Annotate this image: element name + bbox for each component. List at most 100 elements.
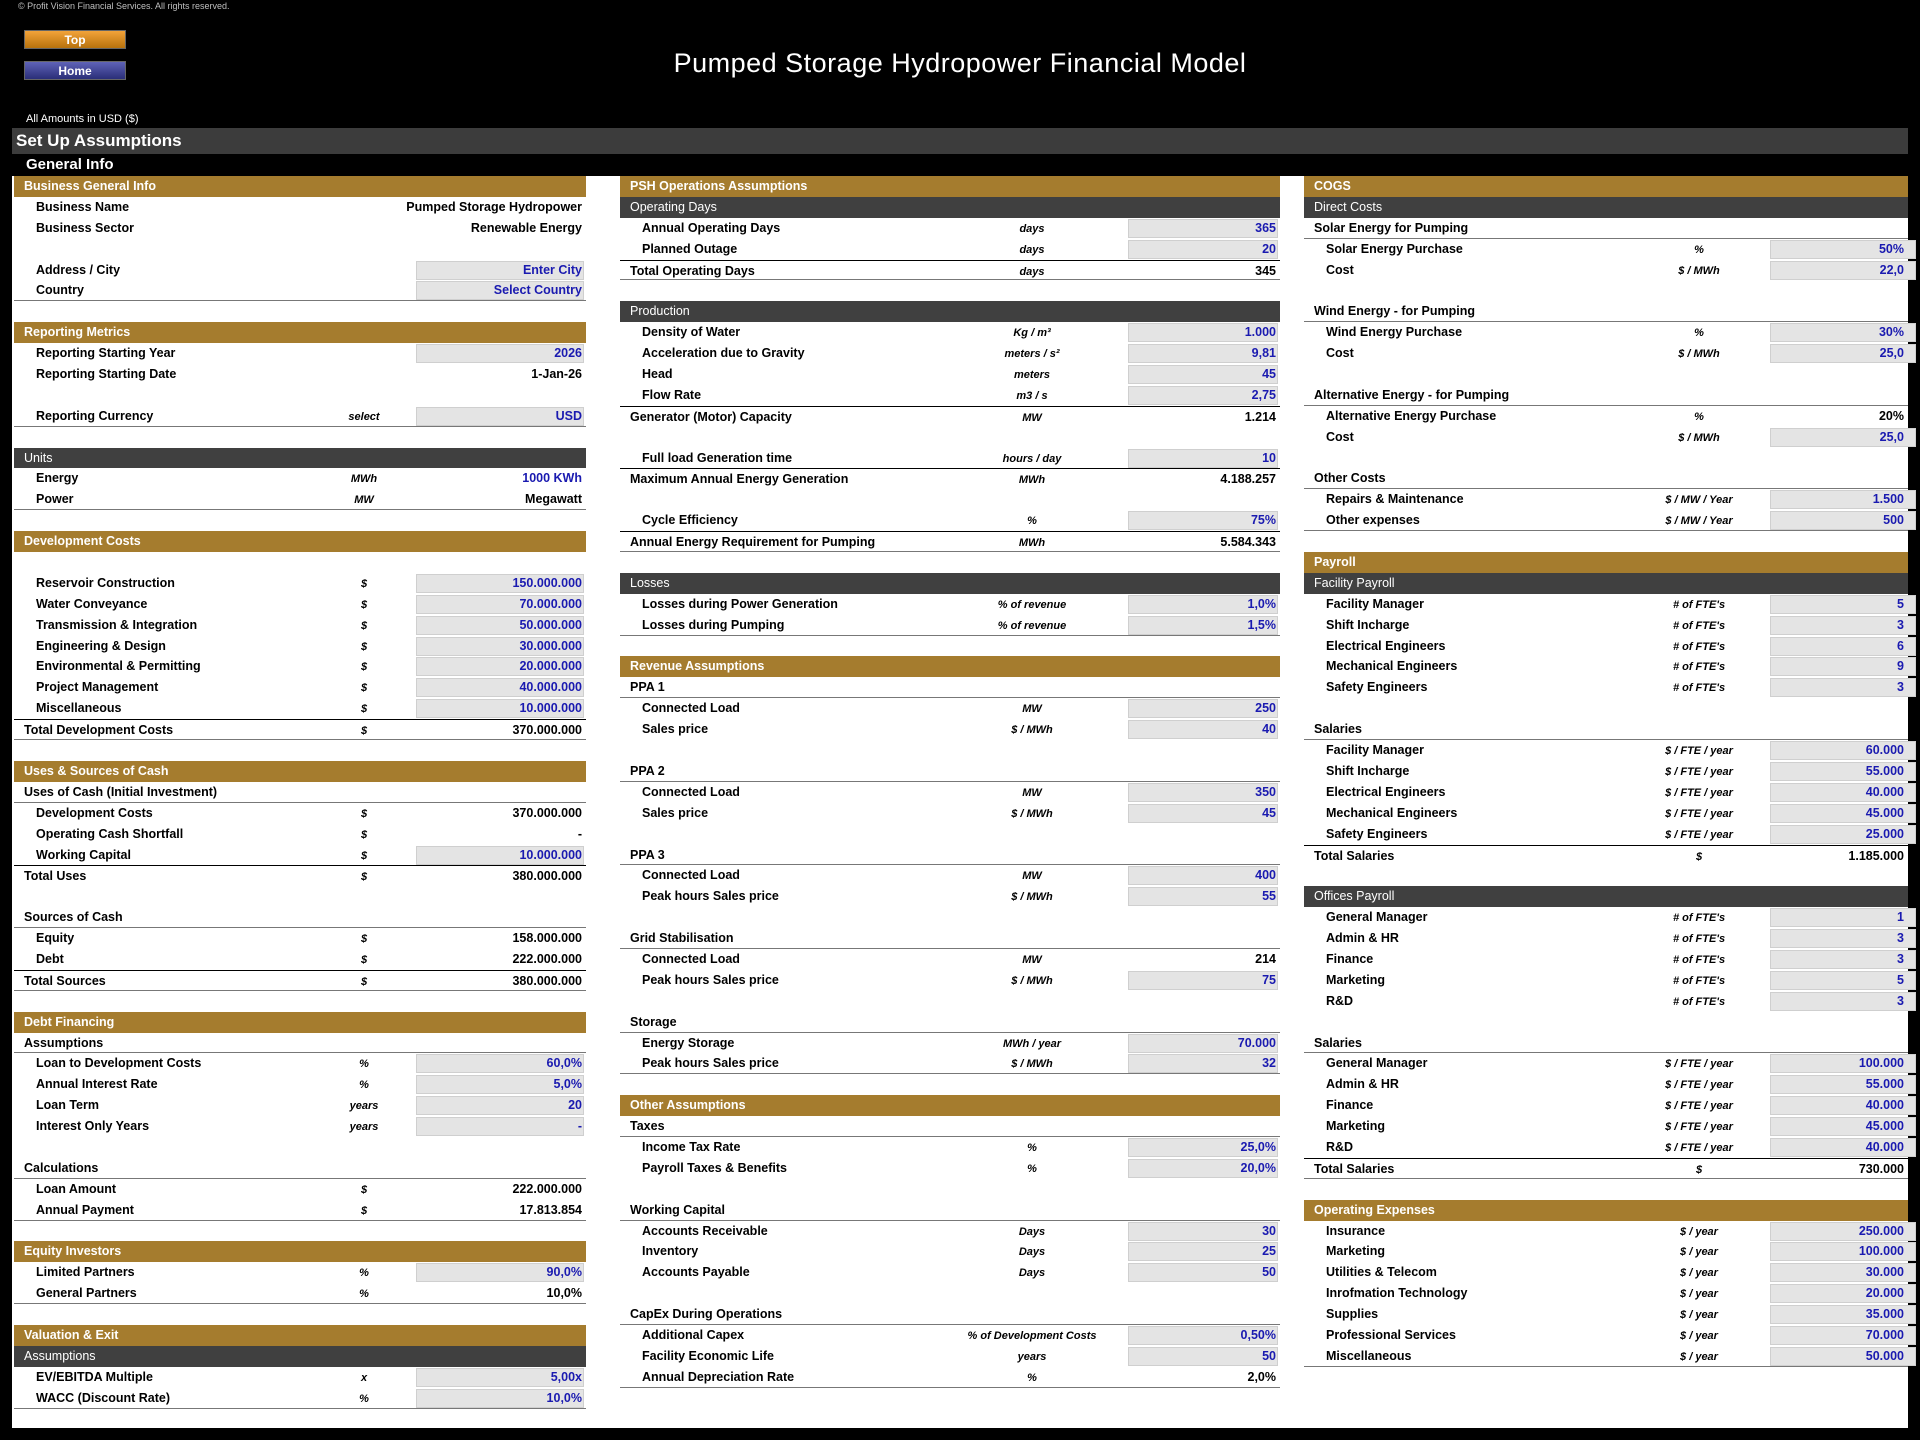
input-cell[interactable]	[1128, 239, 1278, 259]
input-value[interactable]: 70.000.000	[519, 597, 582, 611]
input-cell[interactable]	[1128, 803, 1278, 823]
input-cell[interactable]	[1770, 991, 1916, 1011]
input-value[interactable]: 2,75	[1252, 388, 1276, 402]
input-value[interactable]: 1,0%	[1248, 597, 1277, 611]
input-value[interactable]: 9	[1897, 659, 1904, 673]
input-cell[interactable]	[1770, 929, 1916, 949]
input-cell[interactable]	[1128, 365, 1278, 385]
input-value[interactable]: 25,0	[1880, 346, 1904, 360]
input-value[interactable]: 3	[1897, 931, 1904, 945]
input-value[interactable]: 22,0	[1880, 263, 1904, 277]
input-value[interactable]: 250	[1255, 701, 1276, 715]
input-cell[interactable]	[1128, 970, 1278, 990]
input-value[interactable]: 400	[1255, 868, 1276, 882]
input-value[interactable]: 30.000.000	[519, 639, 582, 653]
input-cell[interactable]	[1770, 949, 1916, 969]
input-cell[interactable]	[1128, 1346, 1278, 1366]
input-cell[interactable]	[1128, 1221, 1278, 1241]
input-value[interactable]: 50%	[1879, 242, 1904, 256]
input-cell[interactable]	[1770, 970, 1916, 990]
input-value[interactable]: Enter City	[523, 263, 582, 277]
input-cell[interactable]	[1770, 908, 1916, 928]
input-value[interactable]: 3	[1897, 952, 1904, 966]
input-value[interactable]: 5,0%	[554, 1077, 583, 1091]
input-cell[interactable]	[1770, 594, 1916, 614]
input-value[interactable]: 20	[568, 1098, 582, 1112]
input-value[interactable]: 5,00x	[551, 1370, 582, 1384]
input-value[interactable]: 45.000	[1866, 1119, 1904, 1133]
input-value[interactable]: 150.000.000	[512, 576, 582, 590]
input-value[interactable]: 20	[1262, 242, 1276, 256]
input-value[interactable]: 350	[1255, 785, 1276, 799]
input-value[interactable]: 3	[1897, 618, 1904, 632]
input-value[interactable]: 60,0%	[547, 1056, 582, 1070]
input-value[interactable]: 45.000	[1866, 806, 1904, 820]
input-value[interactable]: 70.000	[1238, 1036, 1276, 1050]
input-value[interactable]: 250.000	[1859, 1224, 1904, 1238]
input-value[interactable]: 10.000.000	[519, 701, 582, 715]
input-value[interactable]: 30%	[1879, 325, 1904, 339]
input-cell[interactable]	[1770, 657, 1916, 677]
input-value[interactable]: 1,5%	[1248, 618, 1277, 632]
input-value[interactable]: 40.000	[1866, 1140, 1904, 1154]
input-value[interactable]: 70.000	[1866, 1328, 1904, 1342]
input-value[interactable]: 45	[1262, 806, 1276, 820]
input-value[interactable]: 50.000.000	[519, 618, 582, 632]
input-value[interactable]: 1.500	[1873, 492, 1904, 506]
input-value[interactable]: Select Country	[494, 283, 582, 297]
input-cell[interactable]	[416, 1096, 584, 1116]
input-cell[interactable]	[1770, 636, 1916, 656]
input-value[interactable]: 25.000	[1866, 827, 1904, 841]
input-value[interactable]: 25,0%	[1241, 1140, 1276, 1154]
input-value[interactable]: USD	[556, 409, 582, 423]
input-cell[interactable]	[1770, 678, 1916, 698]
input-cell[interactable]	[1128, 720, 1278, 740]
input-value[interactable]: 40.000.000	[519, 680, 582, 694]
input-cell[interactable]	[1770, 615, 1916, 635]
input-value[interactable]: -	[578, 1119, 582, 1133]
input-value[interactable]: 0,50%	[1241, 1328, 1276, 1342]
input-cell[interactable]	[1128, 1054, 1278, 1074]
input-value[interactable]: 50	[1262, 1349, 1276, 1363]
input-value[interactable]: 55	[1262, 889, 1276, 903]
input-value[interactable]: 1	[1897, 910, 1904, 924]
input-value[interactable]: 25	[1262, 1244, 1276, 1258]
input-cell[interactable]	[1128, 448, 1278, 468]
input-value[interactable]: 50	[1262, 1265, 1276, 1279]
input-value[interactable]: 20.000.000	[519, 659, 582, 673]
input-value[interactable]: 60.000	[1866, 743, 1904, 757]
input-value[interactable]: 10,0%	[547, 1391, 582, 1405]
input-value[interactable]: 90,0%	[547, 1265, 582, 1279]
input-value[interactable]: 32	[1262, 1056, 1276, 1070]
input-value[interactable]: 20.000	[1866, 1286, 1904, 1300]
input-cell[interactable]	[416, 1117, 584, 1137]
input-cell[interactable]	[1128, 1242, 1278, 1262]
input-value[interactable]: 20,0%	[1241, 1161, 1276, 1175]
input-value[interactable]: 40	[1262, 722, 1276, 736]
input-cell[interactable]	[1128, 887, 1278, 907]
input-value[interactable]: 3	[1897, 680, 1904, 694]
input-value[interactable]: 75	[1262, 973, 1276, 987]
input-value[interactable]: 35.000	[1866, 1307, 1904, 1321]
input-value[interactable]: 10.000.000	[519, 848, 582, 862]
input-value[interactable]: 50.000	[1866, 1349, 1904, 1363]
input-value[interactable]: 9,81	[1252, 346, 1276, 360]
input-value[interactable]: 45	[1262, 367, 1276, 381]
input-value[interactable]: 40.000	[1866, 785, 1904, 799]
input-value[interactable]: 30.000	[1866, 1265, 1904, 1279]
input-value[interactable]: 55.000	[1866, 764, 1904, 778]
top-button[interactable]: Top	[24, 30, 126, 49]
input-value[interactable]: 5	[1897, 597, 1904, 611]
input-value[interactable]: 55.000	[1866, 1077, 1904, 1091]
input-value[interactable]: 3	[1897, 994, 1904, 1008]
input-value[interactable]: 100.000	[1859, 1056, 1904, 1070]
input-value[interactable]: 500	[1883, 513, 1904, 527]
input-value[interactable]: 1.000	[1245, 325, 1276, 339]
input-value[interactable]: 40.000	[1866, 1098, 1904, 1112]
input-value[interactable]: 25,0	[1880, 430, 1904, 444]
input-value[interactable]: 365	[1255, 221, 1276, 235]
input-value[interactable]: 75%	[1251, 513, 1276, 527]
input-value[interactable]: 100.000	[1859, 1244, 1904, 1258]
input-value[interactable]: 10	[1262, 451, 1276, 465]
input-cell[interactable]	[1128, 1263, 1278, 1283]
